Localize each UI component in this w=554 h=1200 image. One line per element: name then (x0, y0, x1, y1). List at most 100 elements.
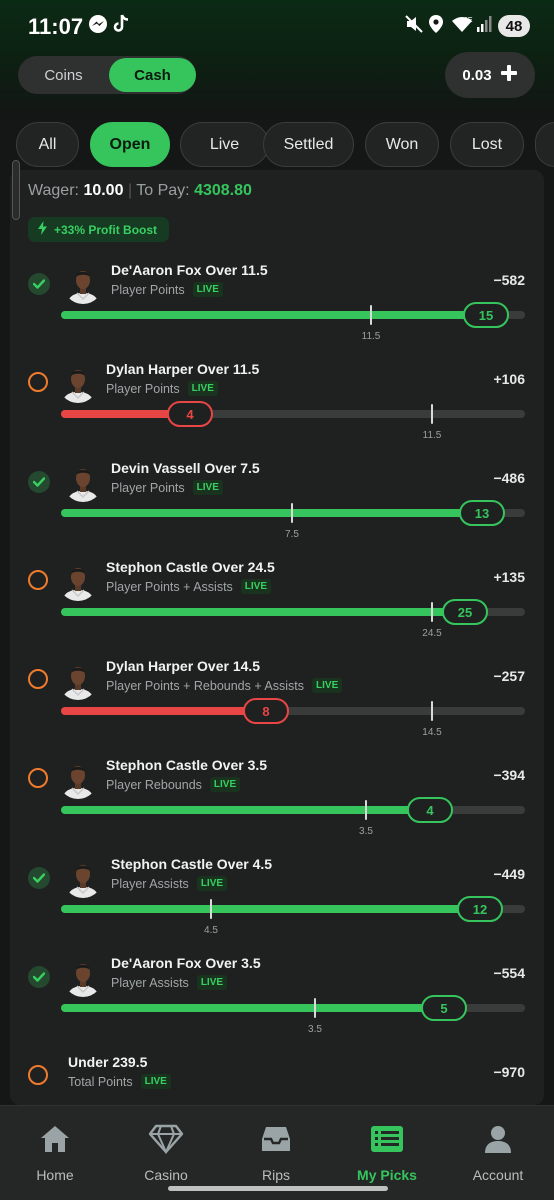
svg-text:6E: 6E (464, 17, 473, 24)
pick-title: De'Aaron Fox Over 11.5 (111, 262, 268, 278)
pick-market-label: Player Points + Assists (106, 579, 233, 594)
player-avatar (58, 561, 98, 601)
open-circle-icon (28, 1065, 50, 1087)
tab-live[interactable]: Live (180, 122, 269, 167)
open-circle-icon (28, 768, 50, 790)
progress-track: 3.5 4 (61, 797, 525, 837)
tab-open[interactable]: Open (90, 122, 170, 167)
pick-row[interactable]: Dylan Harper Over 14.5 Player Points + Re… (10, 656, 544, 755)
line-marker (210, 899, 212, 919)
pick-row[interactable]: Stephon Castle Over 4.5 Player Assists LIV… (10, 854, 544, 953)
pay-label: To Pay: (136, 182, 190, 199)
status-time: 11:07 (28, 14, 84, 39)
nav-my-picks[interactable]: My Picks (332, 1124, 442, 1183)
current-value-pill: 15 (463, 302, 509, 328)
progress-track: 14.5 8 (61, 698, 525, 738)
wager-label: Wager: (28, 182, 79, 199)
progress-fill (61, 905, 480, 913)
live-badge: LIVE (196, 876, 228, 891)
picks-list-icon (370, 1124, 404, 1159)
pick-market-label: Player Assists (111, 876, 189, 891)
line-label: 7.5 (285, 529, 299, 540)
pick-market: Player Points LIVE (111, 282, 223, 297)
tab-won[interactable]: Won (365, 122, 439, 167)
line-label: 11.5 (422, 430, 442, 441)
balance-value: 0.03 (462, 66, 492, 84)
line-label: 3.5 (308, 1024, 322, 1035)
pick-title: Stephon Castle Over 24.5 (106, 559, 275, 575)
line-label: 4.5 (204, 925, 218, 936)
nav-account[interactable]: Account (443, 1124, 553, 1183)
progress-track: 4.5 12 (61, 896, 525, 936)
current-value-pill: 25 (442, 599, 488, 625)
player-avatar (63, 957, 103, 997)
pick-title: Stephon Castle Over 3.5 (106, 757, 268, 773)
pick-market-label: Player Points (106, 381, 180, 396)
toggle-coins[interactable]: Coins (20, 58, 107, 92)
pick-odds: −554 (493, 965, 525, 981)
nav-home[interactable]: Home (0, 1124, 110, 1183)
pick-market-label: Player Rebounds (106, 777, 202, 792)
progress-track: 7.5 13 (61, 500, 525, 540)
nav-rips[interactable]: Rips (221, 1124, 331, 1183)
current-value-pill: 5 (421, 995, 467, 1021)
open-circle-icon (28, 570, 50, 592)
pick-row[interactable]: Under 239.5 Total Points LIVE −970 (10, 1052, 544, 1105)
line-marker (431, 602, 433, 622)
line-label: 11.5 (361, 331, 381, 342)
pick-market-label: Player Points (111, 480, 185, 495)
pick-row[interactable]: Dylan Harper Over 11.5 Player Points LIVE +… (10, 359, 544, 458)
pay-value: 4308.80 (194, 182, 252, 199)
toggle-cash[interactable]: Cash (109, 58, 196, 92)
player-avatar (58, 759, 98, 799)
progress-track: 24.5 25 (61, 599, 525, 639)
pick-odds: −582 (493, 272, 525, 288)
coins-cash-toggle[interactable]: Coins Cash (18, 56, 196, 94)
live-badge: LIVE (312, 678, 343, 693)
pick-market-label: Player Points (111, 282, 185, 297)
wager-summary: Wager: 10.00 | To Pay: 4308.80 (28, 182, 252, 199)
tab-overflow[interactable] (535, 122, 554, 167)
live-badge: LIVE (140, 1074, 171, 1089)
wager-value: 10.00 (83, 182, 124, 199)
inbox-tray-icon (260, 1124, 292, 1159)
scrollbar-thumb[interactable] (12, 160, 20, 220)
current-value-pill: 8 (243, 698, 289, 724)
current-value-pill: 4 (167, 401, 213, 427)
line-marker (365, 800, 367, 820)
home-icon (39, 1124, 71, 1159)
pick-row[interactable]: Stephon Castle Over 3.5 Player Rebounds LI… (10, 755, 544, 854)
current-value-pill: 12 (457, 896, 503, 922)
pick-market-label: Total Points (68, 1074, 133, 1089)
progress-fill (61, 1004, 444, 1012)
player-avatar (63, 858, 103, 898)
progress-fill (61, 311, 486, 319)
pick-market: Total Points LIVE (68, 1074, 171, 1089)
mute-icon (404, 14, 424, 39)
tab-all[interactable]: All (16, 122, 79, 167)
pick-row[interactable]: Devin Vassell Over 7.5 Player Points LIVE −… (10, 458, 544, 557)
balance-add-button[interactable]: 0.03 (445, 52, 535, 98)
pick-row[interactable]: De'Aaron Fox Over 3.5 Player Assists LIVE −… (10, 953, 544, 1052)
pick-market: Player Points + Assists LIVE (106, 579, 272, 594)
pick-market-label: Player Assists (111, 975, 189, 990)
tab-lost[interactable]: Lost (450, 122, 524, 167)
current-value-pill: 4 (407, 797, 453, 823)
wifi-icon: 6E (451, 14, 473, 39)
nav-my-picks-label: My Picks (357, 1167, 417, 1183)
tab-settled[interactable]: Settled (263, 122, 354, 167)
open-circle-icon (28, 669, 50, 691)
nav-casino[interactable]: Casino (111, 1124, 221, 1183)
progress-track: 3.5 5 (61, 995, 525, 1035)
pick-market: Player Rebounds LIVE (106, 777, 241, 792)
home-indicator[interactable] (168, 1186, 388, 1191)
pick-odds: +135 (493, 569, 525, 585)
plus-icon (500, 64, 518, 86)
live-badge: LIVE (187, 381, 218, 396)
pick-row[interactable]: De'Aaron Fox Over 11.5 Player Points LIVE −… (10, 260, 544, 359)
pick-odds: −486 (493, 470, 525, 486)
nav-rips-label: Rips (261, 1167, 290, 1183)
progress-track: 11.5 4 (61, 401, 525, 441)
pick-row[interactable]: Stephon Castle Over 24.5 Player Points + … (10, 557, 544, 656)
check-circle-icon (28, 273, 50, 295)
